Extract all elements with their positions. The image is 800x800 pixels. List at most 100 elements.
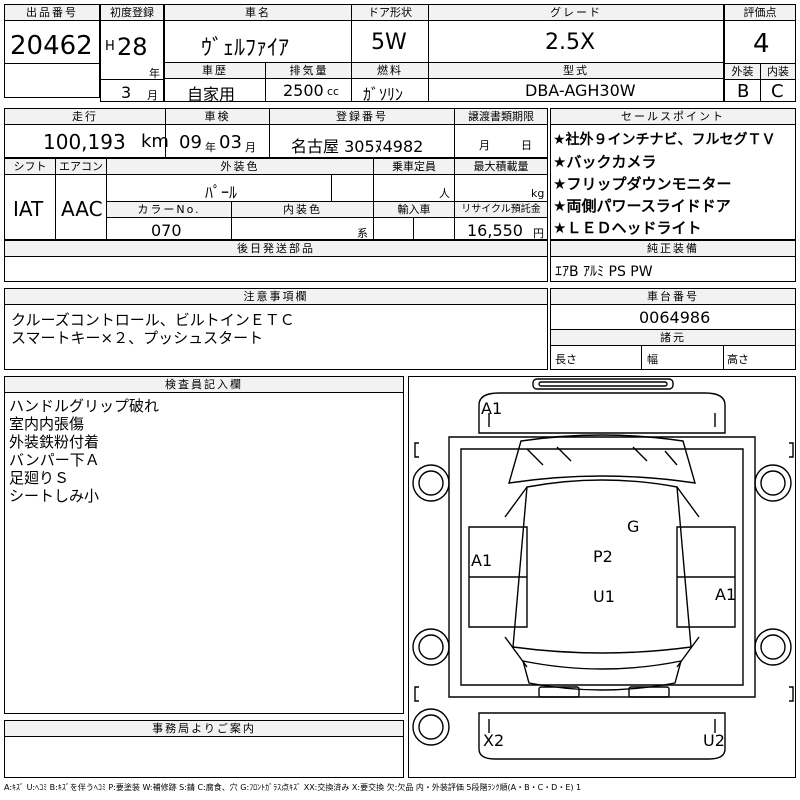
note-line-1: クルーズコントロール、ビルトインＥＴＣ [11, 311, 295, 329]
recycle-label: リサイクル預託金 [455, 202, 547, 218]
ext-color-label: 外装色 [107, 159, 373, 175]
inspection-month-unit: 月 [245, 141, 256, 154]
office-box: 事務局よりご案内 [4, 720, 404, 778]
color-no-label: カラーNo. [107, 202, 231, 218]
sales-point-4: ★両側パワースライドドア [553, 197, 731, 215]
mileage-label: 走行 [5, 109, 165, 125]
int-grade-label: 内装 [761, 64, 795, 80]
recycle: 16,550 [467, 221, 523, 240]
first-reg-month-unit: 月 [147, 89, 158, 102]
int-grade: C [771, 81, 784, 102]
legend: A:ｷｽﾞ U:ﾍｺﾐ B:ｷｽﾞを伴うﾍｺﾐ P:要塗装 W:補修跡 S:錆 … [4, 783, 582, 792]
name-row: 車名 ｳﾞｪﾙﾌｧｲｱ ドア形状 5W グレード 2.5X [164, 4, 724, 64]
inspector-line-6: シートしみ小 [9, 487, 100, 505]
inspector-line-4: バンパー下Ａ [9, 451, 100, 469]
first-reg-label: 初度登録 [101, 5, 163, 21]
inspection-month: 03 [219, 132, 242, 153]
inspector-label: 検査員記入欄 [5, 377, 403, 393]
lot-number: 20462 [10, 31, 93, 61]
capacity-unit: 人 [439, 187, 450, 200]
first-reg-era: H [105, 39, 115, 54]
lot-label: 出品番号 [5, 5, 99, 21]
notes-label: 注意事項欄 [5, 289, 547, 305]
capacity-label: 乗車定員 [374, 159, 454, 175]
car-name: ｳﾞｪﾙﾌｧｲｱ [201, 36, 290, 61]
inspector-line-2: 室内内張傷 [9, 415, 85, 433]
plate-label: 登録番号 [270, 109, 454, 125]
car-name-label: 車名 [165, 5, 351, 21]
door-type: 5W [371, 30, 407, 55]
sales-point-3: ★フリップダウンモニター [553, 175, 732, 193]
ext-grade-label: 外装 [725, 64, 760, 80]
displacement-unit: cc [327, 85, 340, 98]
transfer-label: 譲渡書類期限 [455, 109, 547, 125]
office-label: 事務局よりご案内 [5, 721, 403, 737]
inspector-line-1: ハンドルグリップ破れ [9, 397, 160, 415]
sales-point-2: ★バックカメラ [553, 153, 657, 171]
sales-points-label: セールスポイント [551, 109, 795, 125]
score-box: 評価点 4 外装 内装 B C [724, 4, 796, 102]
aircon: AAC [61, 197, 103, 221]
shift: IAT [13, 197, 44, 221]
score-label: 評価点 [725, 5, 795, 21]
mark-roof-u: U1 [593, 587, 615, 606]
grade-label: グレード [429, 5, 723, 21]
chassis-number: 0064986 [639, 308, 711, 327]
shift-label: シフト [5, 159, 55, 175]
car-diagram-box: A1 A1 G P2 U1 A1 X2 U2 [408, 376, 796, 778]
notes-box: 注意事項欄 クルーズコントロール、ビルトインＥＴＣ スマートキー×２、プッシュス… [4, 288, 548, 370]
int-color-unit: 系 [357, 227, 368, 240]
mileage: 100,193 [43, 130, 126, 154]
ext-color: ﾊﾟｰﾙ [205, 183, 238, 202]
dims-length: 長さ [555, 353, 577, 366]
history: 自家用 [187, 85, 236, 104]
model-label: 型式 [429, 63, 723, 79]
parts-box: 後日発送部品 [4, 240, 548, 282]
mark-left: A1 [471, 551, 493, 570]
score: 4 [753, 29, 770, 59]
aircon-label: エアコン [56, 159, 106, 175]
mark-rear-left: X2 [483, 731, 505, 750]
parts-label: 後日発送部品 [5, 241, 547, 257]
inspection-year: 09 [179, 132, 202, 153]
transfer-day-unit: 日 [521, 139, 532, 152]
displacement: 2500 [283, 81, 324, 100]
history-label: 車歴 [165, 63, 265, 79]
recycle-unit: 円 [533, 227, 544, 240]
mark-roof-p: P2 [593, 547, 613, 566]
color-no: 070 [151, 221, 182, 240]
inspection-label: 車検 [166, 109, 269, 125]
sales-point-5: ★ＬＥＤヘッドライト [553, 219, 702, 237]
import-label: 輸入車 [374, 202, 454, 218]
lot-box: 出品番号 20462 [4, 4, 100, 98]
mark-roof-g: G [627, 517, 640, 536]
dims-label: 諸元 [551, 330, 795, 346]
dims-height: 高さ [727, 353, 749, 366]
spec-row: 車歴 自家用 排気量 2500 cc 燃料 ｶﾞｿﾘﾝ 型式 DBA-AGH30… [164, 62, 724, 104]
first-reg-year: 28 [117, 33, 148, 61]
inspector-line-5: 足廻りＳ [9, 469, 70, 487]
equipment-label: 純正装備 [551, 241, 795, 257]
grade: 2.5X [545, 30, 596, 55]
inspector-box: 検査員記入欄 ハンドルグリップ破れ 室内内張傷 外装鉄粉付着 バンパー下Ａ 足廻… [4, 376, 404, 714]
ext-grade: B [737, 81, 750, 102]
int-color-label: 内装色 [232, 202, 373, 218]
car-diagram [412, 378, 794, 760]
inspection-year-unit: 年 [205, 141, 216, 154]
first-reg-month: 3 [121, 83, 132, 102]
inspector-line-3: 外装鉄粉付着 [9, 433, 100, 451]
sales-points-box: セールスポイント ★社外９インチナビ、フルセグＴＶ ★バックカメラ ★フリップダ… [550, 108, 796, 240]
chassis-label: 車台番号 [551, 289, 795, 305]
fuel: ｶﾞｿﾘﾝ [363, 85, 404, 104]
model: DBA-AGH30W [525, 81, 636, 100]
note-line-2: スマートキー×２、プッシュスタート [11, 329, 264, 347]
mark-rear-right: U2 [703, 731, 725, 750]
chassis-box: 車台番号 0064986 諸元 長さ 幅 高さ [550, 288, 796, 370]
fuel-label: 燃料 [352, 63, 428, 79]
equipment: ｴｱB ｱﾙﾐ PS PW [555, 264, 653, 280]
plate: 名古屋 305ﾇ4982 [291, 137, 424, 156]
dims-width: 幅 [647, 353, 658, 366]
displacement-label: 排気量 [266, 63, 352, 79]
sales-point-1: ★社外９インチナビ、フルセグＴＶ [553, 132, 776, 148]
door-label: ドア形状 [352, 5, 428, 21]
